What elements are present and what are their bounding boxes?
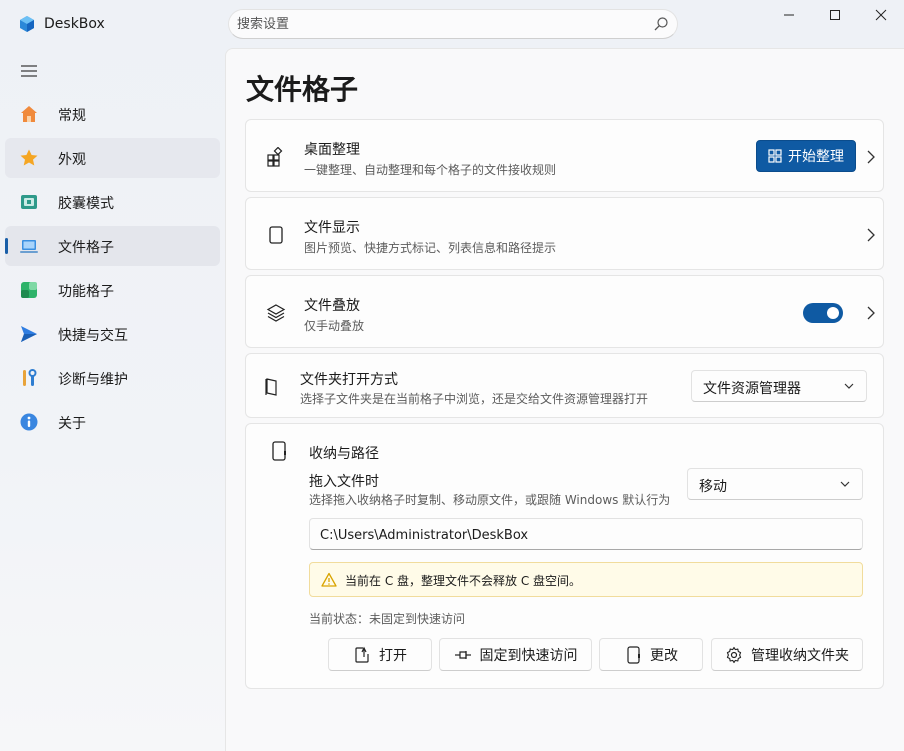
file-stack-toggle[interactable]	[803, 303, 843, 323]
info-icon	[20, 413, 38, 431]
maximize-icon	[830, 10, 840, 20]
close-icon	[875, 9, 887, 21]
home-icon	[21, 106, 37, 122]
chevron-right-icon[interactable]	[865, 306, 877, 320]
dropdown-value: 文件资源管理器	[703, 381, 801, 397]
sidebar-item-function-grid[interactable]: 功能格子	[5, 270, 220, 310]
minimize-button[interactable]	[766, 0, 812, 30]
gear-icon	[726, 646, 742, 663]
card-title: 文件叠放	[304, 298, 360, 314]
grid-icon	[768, 149, 782, 163]
pin-quick-access-button[interactable]: 固定到快速访问	[439, 638, 592, 671]
sidebar-item-shortcuts[interactable]: 快捷与交互	[5, 314, 220, 354]
chevron-down-icon	[840, 481, 850, 487]
open-folder-label: 打开	[379, 647, 407, 664]
sidebar-item-label: 关于	[58, 416, 86, 432]
search-input[interactable]	[237, 14, 647, 34]
sidebar-item-label: 快捷与交互	[58, 328, 128, 344]
mobile-device-icon	[627, 645, 640, 664]
sidebar-item-label: 文件格子	[58, 240, 114, 256]
card-title: 文件夹打开方式	[300, 372, 398, 388]
dropdown-value: 移动	[699, 479, 727, 495]
layers-icon	[266, 304, 286, 322]
drag-setting-title: 拖入文件时	[309, 474, 379, 490]
storage-path-input[interactable]	[320, 525, 850, 545]
file-display-card[interactable]: 文件显示 图片预览、快捷方式标记、列表信息和路径提示	[245, 197, 884, 270]
capsule-icon	[21, 195, 37, 209]
sidebar-item-general[interactable]: 常规	[5, 94, 220, 134]
chevron-down-icon	[844, 383, 854, 389]
folder-open-mode-card: 文件夹打开方式 选择子文件夹是在当前格子中浏览，还是交给文件资源管理器打开 文件…	[245, 353, 884, 418]
card-title: 桌面整理	[304, 142, 360, 158]
chevron-right-icon[interactable]	[865, 228, 877, 242]
warning-icon	[321, 572, 337, 587]
minimize-icon	[784, 14, 794, 16]
sidebar-item-about[interactable]: 关于	[5, 402, 220, 442]
maximize-button[interactable]	[812, 0, 858, 30]
page-title: 文件格子	[246, 73, 359, 106]
tools-icon	[23, 369, 37, 386]
card-description: 图片预览、快捷方式标记、列表信息和路径提示	[304, 241, 557, 255]
deskbox-logo-icon	[20, 16, 34, 32]
open-folder-button[interactable]: 打开	[328, 638, 432, 671]
manage-storage-folder-label: 管理收纳文件夹	[751, 647, 849, 664]
card-description: 选择子文件夹是在当前格子中浏览，还是交给文件资源管理器打开	[300, 392, 649, 406]
pin-icon	[454, 650, 471, 659]
change-path-label: 更改	[650, 647, 678, 664]
card-description: 一键整理、自动整理和每个格子的文件接收规则	[304, 163, 557, 177]
sidebar-item-label: 胶囊模式	[58, 196, 114, 212]
desktop-organize-card[interactable]: 桌面整理 一键整理、自动整理和每个格子的文件接收规则 开始整理	[245, 119, 884, 192]
sidebar-item-diagnostics[interactable]: 诊断与维护	[5, 358, 220, 398]
selection-indicator	[5, 238, 8, 254]
sidebar-item-appearance[interactable]: 外观	[5, 138, 220, 178]
toggle-knob	[827, 307, 839, 319]
close-button[interactable]	[858, 0, 904, 30]
mobile-device-icon	[272, 441, 286, 461]
laptop-icon	[20, 240, 38, 253]
file-stack-card[interactable]: 文件叠放 仅手动叠放	[245, 275, 884, 348]
quick-access-status: 当前状态：未固定到快速访问	[309, 612, 466, 626]
start-organize-button[interactable]: 开始整理	[756, 140, 856, 172]
open-external-icon	[355, 646, 369, 663]
search-box[interactable]	[228, 9, 678, 39]
c-drive-warning: 当前在 C 盘，整理文件不会释放 C 盘空间。	[309, 562, 863, 597]
card-title: 文件显示	[304, 220, 360, 236]
manage-storage-folder-button[interactable]: 管理收纳文件夹	[711, 638, 863, 671]
storage-path-card: 收纳与路径 拖入文件时 选择拖入收纳格子时复制、移动原文件，或跟随 Window…	[245, 423, 884, 689]
apps-add-icon	[267, 147, 283, 167]
sidebar-item-file-grid[interactable]: 文件格子	[5, 226, 220, 266]
sidebar-item-capsule-mode[interactable]: 胶囊模式	[5, 182, 220, 222]
cube-icon	[21, 282, 37, 298]
card-description: 仅手动叠放	[304, 319, 365, 333]
pin-quick-access-label: 固定到快速访问	[479, 647, 578, 664]
warning-text: 当前在 C 盘，整理文件不会释放 C 盘空间。	[345, 574, 582, 588]
search-icon[interactable]	[653, 16, 669, 32]
send-icon	[21, 326, 37, 342]
start-organize-label: 开始整理	[788, 149, 844, 165]
change-path-button[interactable]: 更改	[599, 638, 703, 671]
card-title: 收纳与路径	[309, 446, 379, 462]
door-open-icon	[265, 378, 277, 396]
chevron-right-icon[interactable]	[865, 150, 877, 164]
sidebar-item-label: 外观	[58, 152, 86, 168]
sidebar-item-label: 常规	[58, 108, 86, 124]
drag-action-dropdown[interactable]: 移动	[687, 468, 863, 500]
drag-setting-description: 选择拖入收纳格子时复制、移动原文件，或跟随 Windows 默认行为	[309, 493, 671, 507]
sidebar-item-label: 诊断与维护	[58, 372, 128, 388]
app-title: DeskBox	[44, 16, 105, 32]
sidebar-item-label: 功能格子	[58, 284, 114, 300]
document-icon	[269, 226, 283, 244]
hamburger-menu-icon[interactable]	[20, 64, 38, 78]
storage-path-field[interactable]	[309, 518, 863, 550]
folder-open-mode-dropdown[interactable]: 文件资源管理器	[691, 370, 867, 402]
star-icon	[20, 149, 38, 166]
